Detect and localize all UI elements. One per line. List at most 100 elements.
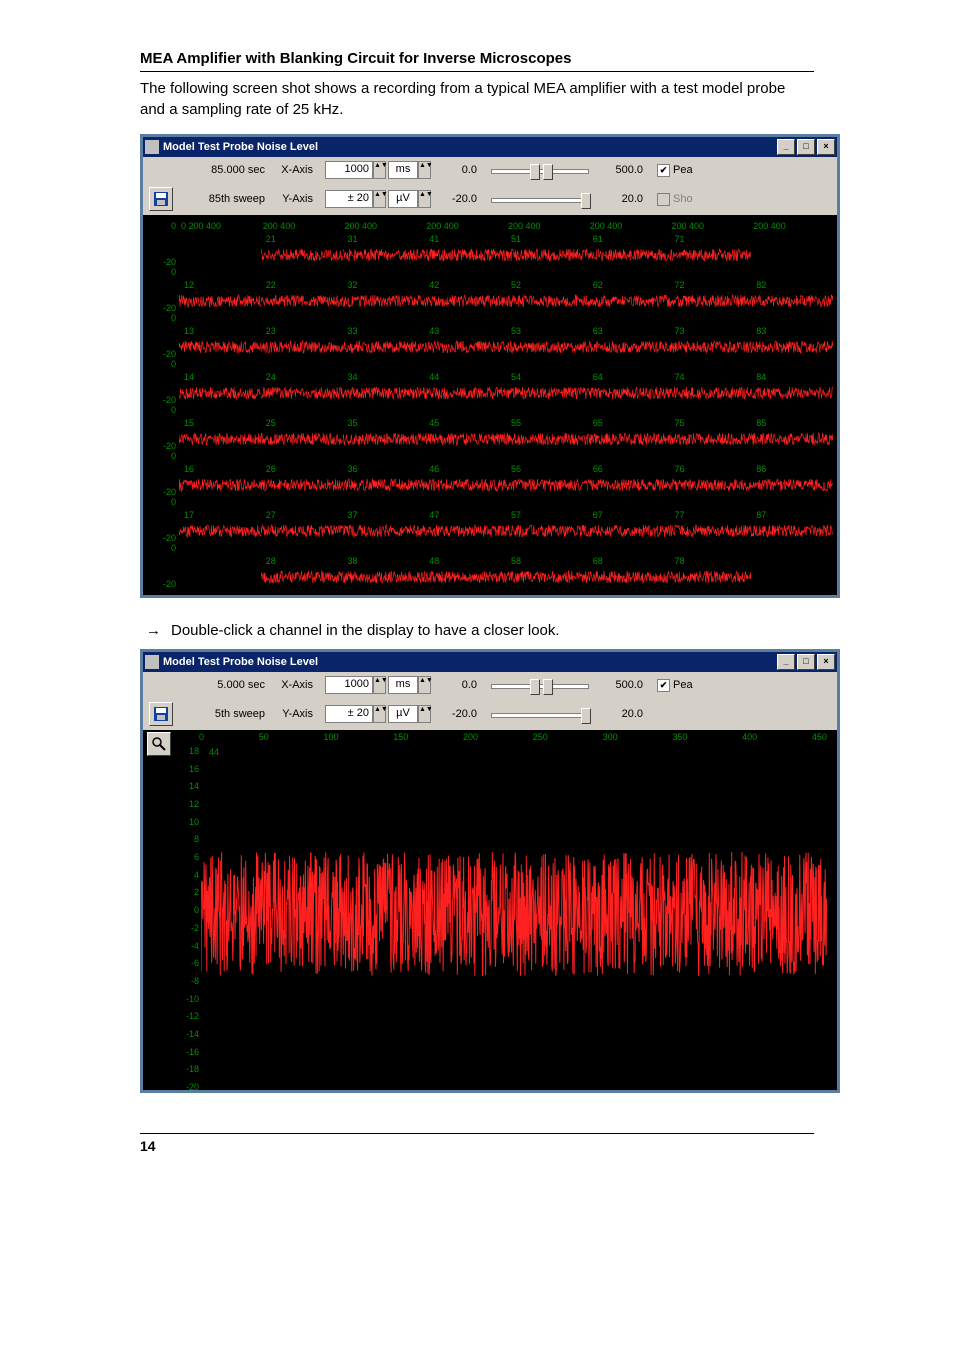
yaxis-value-spinner[interactable]: ± 20 ▲▼ µV ▲▼ — [325, 705, 431, 723]
channel-cell[interactable]: 77 — [670, 497, 752, 543]
minimize-button[interactable]: _ — [777, 139, 795, 155]
channel-cell[interactable]: 74 — [670, 359, 752, 405]
channel-cell[interactable]: 27 — [261, 497, 343, 543]
yaxis-value-spinner[interactable]: ± 20 ▲▼ µV ▲▼ — [325, 190, 431, 208]
channel-cell[interactable]: 43 — [424, 313, 506, 359]
channel-cell[interactable]: 200 40071 — [670, 221, 752, 267]
channel-cell[interactable]: 82 — [751, 267, 833, 313]
save-button[interactable] — [149, 187, 173, 211]
channel-cell[interactable]: 46 — [424, 451, 506, 497]
spinner-buttons-icon[interactable]: ▲▼ — [418, 676, 431, 694]
channel-cell[interactable]: 14 — [179, 359, 261, 405]
spinner-buttons-icon[interactable]: ▲▼ — [373, 190, 386, 208]
spinner-buttons-icon[interactable]: ▲▼ — [418, 705, 431, 723]
channel-cell[interactable]: 26 — [261, 451, 343, 497]
channel-cell[interactable]: 35 — [343, 405, 425, 451]
channel-cell[interactable]: 200 40021 — [261, 221, 343, 267]
maximize-button[interactable]: □ — [797, 139, 815, 155]
channel-cell[interactable]: 200 40031 — [343, 221, 425, 267]
channel-cell[interactable]: 76 — [670, 451, 752, 497]
checkbox-icon[interactable] — [657, 193, 670, 206]
channel-cell[interactable]: 54 — [506, 359, 588, 405]
channel-cell[interactable]: 34 — [343, 359, 425, 405]
channel-cell[interactable]: 57 — [506, 497, 588, 543]
checkbox-icon[interactable]: ✔ — [657, 679, 670, 692]
channel-cell[interactable]: 72 — [670, 267, 752, 313]
pea-checkbox[interactable]: ✔ Pea — [657, 164, 693, 177]
sho-checkbox[interactable]: Sho — [657, 193, 693, 206]
channel-cell[interactable]: 66 — [588, 451, 670, 497]
yaxis-value[interactable]: ± 20 — [325, 705, 373, 723]
channel-cell[interactable]: 55 — [506, 405, 588, 451]
xaxis-unit[interactable]: ms — [388, 676, 418, 694]
channel-cell[interactable]: 64 — [588, 359, 670, 405]
spinner-buttons-icon[interactable]: ▲▼ — [373, 676, 386, 694]
channel-cell[interactable]: 17 — [179, 497, 261, 543]
channel-cell[interactable]: 78 — [670, 543, 752, 589]
xaxis-slider[interactable] — [485, 163, 595, 177]
channel-cell[interactable]: 86 — [751, 451, 833, 497]
channel-cell[interactable]: 28 — [261, 543, 343, 589]
spinner-buttons-icon[interactable]: ▲▼ — [418, 190, 431, 208]
zoom-button[interactable] — [147, 732, 171, 756]
xaxis-value[interactable]: 1000 — [325, 676, 373, 694]
yaxis-unit[interactable]: µV — [388, 190, 418, 208]
xaxis-unit[interactable]: ms — [388, 161, 418, 179]
channel-cell[interactable]: 52 — [506, 267, 588, 313]
yaxis-slider[interactable] — [485, 192, 595, 206]
yaxis-unit[interactable]: µV — [388, 705, 418, 723]
channel-cell[interactable]: 65 — [588, 405, 670, 451]
channel-cell[interactable]: 62 — [588, 267, 670, 313]
channel-cell[interactable]: 25 — [261, 405, 343, 451]
channel-cell[interactable]: 63 — [588, 313, 670, 359]
channel-cell[interactable]: 85 — [751, 405, 833, 451]
channel-cell[interactable]: 200 40061 — [588, 221, 670, 267]
titlebar[interactable]: Model Test Probe Noise Level _ □ × — [143, 652, 837, 672]
channel-cell[interactable] — [751, 543, 833, 589]
channel-cell[interactable]: 200 400 — [751, 221, 833, 267]
minimize-button[interactable]: _ — [777, 654, 795, 670]
channel-cell[interactable]: 75 — [670, 405, 752, 451]
channel-cell[interactable]: 67 — [588, 497, 670, 543]
channel-cell[interactable]: 56 — [506, 451, 588, 497]
channel-cell[interactable]: 36 — [343, 451, 425, 497]
channel-cell[interactable]: 58 — [506, 543, 588, 589]
channel-cell[interactable]: 13 — [179, 313, 261, 359]
channel-zoom-plot[interactable]: 050100150200250300350400450 44 181614121… — [143, 730, 837, 1090]
channel-cell[interactable]: 45 — [424, 405, 506, 451]
channel-cell[interactable]: 16 — [179, 451, 261, 497]
channel-cell[interactable]: 42 — [424, 267, 506, 313]
channel-cell[interactable]: 200 40041 — [424, 221, 506, 267]
spinner-buttons-icon[interactable]: ▲▼ — [373, 161, 386, 179]
channel-cell[interactable]: 22 — [261, 267, 343, 313]
channel-cell[interactable]: 24 — [261, 359, 343, 405]
channel-cell[interactable]: 73 — [670, 313, 752, 359]
close-button[interactable]: × — [817, 139, 835, 155]
channel-cell[interactable]: 33 — [343, 313, 425, 359]
checkbox-icon[interactable]: ✔ — [657, 164, 670, 177]
xaxis-value-spinner[interactable]: 1000 ▲▼ ms ▲▼ — [325, 161, 431, 179]
xaxis-slider[interactable] — [485, 678, 595, 692]
spinner-buttons-icon[interactable]: ▲▼ — [373, 705, 386, 723]
channel-cell[interactable]: 15 — [179, 405, 261, 451]
channel-cell[interactable]: 38 — [343, 543, 425, 589]
yaxis-slider[interactable] — [485, 707, 595, 721]
pea-checkbox[interactable]: ✔ Pea — [657, 679, 693, 692]
channel-cell[interactable]: 84 — [751, 359, 833, 405]
channel-cell[interactable]: 0 200 400 — [179, 221, 261, 267]
channel-cell[interactable]: 23 — [261, 313, 343, 359]
channel-cell[interactable]: 83 — [751, 313, 833, 359]
channel-cell[interactable]: 47 — [424, 497, 506, 543]
channel-cell[interactable]: 48 — [424, 543, 506, 589]
close-button[interactable]: × — [817, 654, 835, 670]
channel-grid-plot[interactable]: 0-200 200 400200 40021200 40031200 40041… — [143, 215, 837, 595]
xaxis-value-spinner[interactable]: 1000 ▲▼ ms ▲▼ — [325, 676, 431, 694]
yaxis-value[interactable]: ± 20 — [325, 190, 373, 208]
channel-cell[interactable]: 87 — [751, 497, 833, 543]
channel-cell[interactable]: 32 — [343, 267, 425, 313]
maximize-button[interactable]: □ — [797, 654, 815, 670]
titlebar[interactable]: Model Test Probe Noise Level _ □ × — [143, 137, 837, 157]
xaxis-value[interactable]: 1000 — [325, 161, 373, 179]
channel-cell[interactable]: 12 — [179, 267, 261, 313]
channel-cell[interactable]: 37 — [343, 497, 425, 543]
